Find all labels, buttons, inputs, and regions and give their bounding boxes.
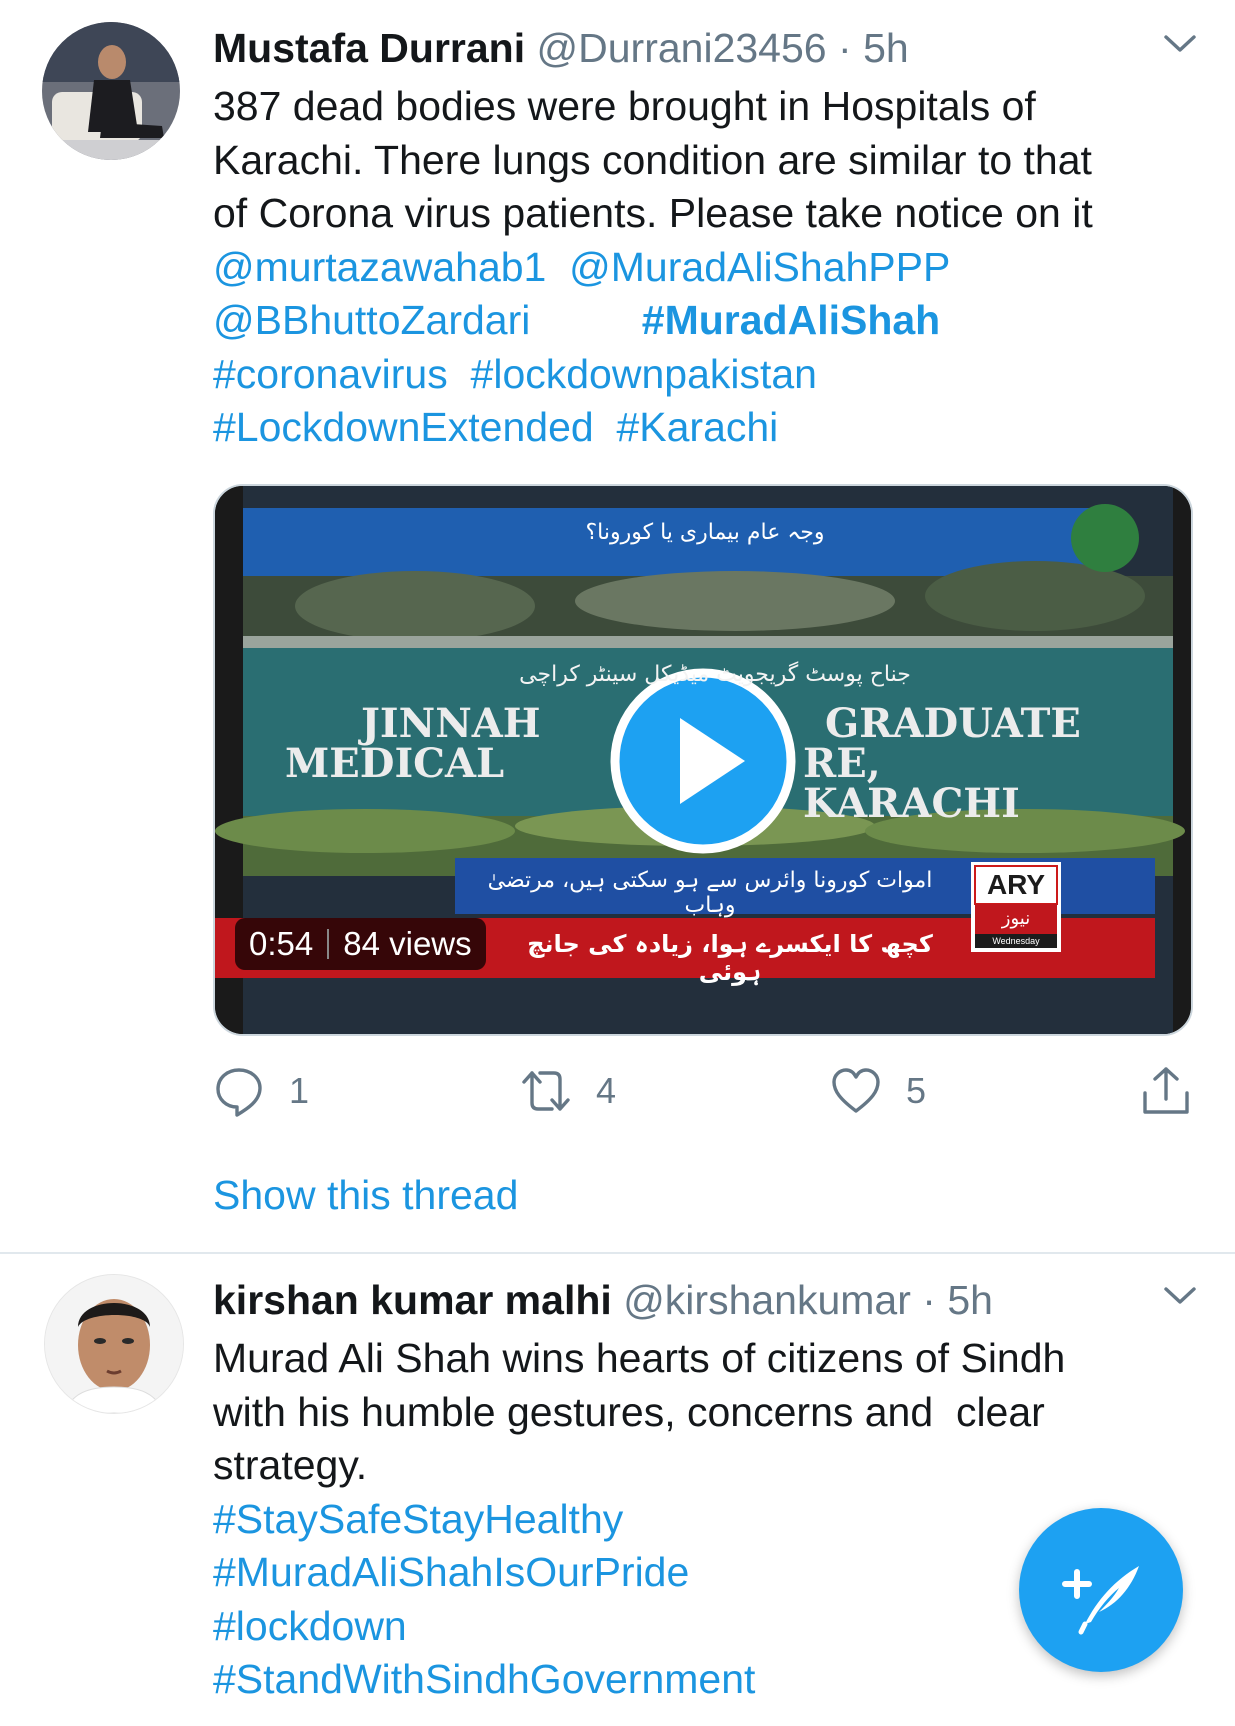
chevron-down-icon[interactable]	[1160, 1280, 1200, 1310]
channel-day: Wednesday	[992, 936, 1040, 946]
compose-tweet-button[interactable]	[1019, 1508, 1183, 1672]
video-ticker-1: اموات کورونا وائرس سے ہو سکتی ہیں، مرتضی…	[487, 868, 933, 918]
tweet-text: Murad Ali Shah wins hearts of citizens o…	[213, 1332, 1155, 1707]
sign-word: MEDICAL	[285, 740, 505, 787]
hashtag-link[interactable]: #MuradAliShahIsOurPride	[213, 1549, 689, 1595]
tweet-text-line: 387 dead bodies were brought in Hospital…	[213, 83, 1036, 129]
show-thread-link[interactable]: Show this thread	[213, 1172, 518, 1219]
tweet-1[interactable]: Mustafa Durrani @Durrani23456 · 5h 387 d…	[0, 0, 1235, 1252]
hashtag-link[interactable]: #StaySafeStayHealthy	[213, 1496, 623, 1542]
sign-word: JINNAH	[361, 700, 541, 747]
author-handle[interactable]: @Durrani23456	[537, 25, 827, 71]
avatar[interactable]	[42, 22, 180, 160]
hashtag-link[interactable]: #MuradAliShah	[642, 297, 940, 343]
tweet-text-line: strategy.	[213, 1442, 368, 1488]
stats-separator	[327, 929, 330, 959]
hashtag-link[interactable]: #LockdownExtended	[213, 404, 594, 450]
hashtag-link[interactable]: #StandWithSindhGovernment	[213, 1656, 755, 1702]
tweet-header: Mustafa Durrani @Durrani23456 · 5h	[213, 24, 1145, 72]
tweet-text-line: with his humble gestures, concerns and c…	[213, 1388, 1045, 1435]
video-views: 84 views	[343, 925, 472, 962]
video-ticker-2: کچھ کا ایکسرے ہوا، زیادہ کی جانچ ہوئی	[527, 930, 933, 986]
separator: ·	[838, 25, 852, 71]
reply-button[interactable]: 1	[213, 1063, 309, 1119]
hashtag-link[interactable]: #coronavirus	[213, 351, 448, 397]
compose-tweet-icon	[1062, 1566, 1139, 1635]
author-handle[interactable]: @kirshankumar	[623, 1277, 911, 1323]
retweet-button[interactable]: 4	[520, 1063, 616, 1119]
video-headline: وجہ عام بیماری یا کورونا؟	[585, 520, 825, 545]
avatar[interactable]	[44, 1274, 184, 1414]
reply-count: 1	[289, 1070, 310, 1111]
video-sign-urdu: جناح پوسٹ گریجویٹ میڈیکل سینٹر کراچی	[519, 662, 911, 687]
tweet-header: kirshan kumar malhi @kirshankumar · 5h	[213, 1276, 1145, 1324]
chevron-down-icon[interactable]	[1160, 28, 1200, 58]
hashtag-link[interactable]: #lockdownpakistan	[471, 351, 817, 397]
retweet-count: 4	[596, 1070, 617, 1111]
author-name[interactable]: Mustafa Durrani	[213, 25, 525, 71]
timestamp[interactable]: 5h	[863, 25, 909, 71]
hashtag-link[interactable]: #lockdown	[213, 1603, 407, 1649]
separator: ·	[922, 1277, 936, 1323]
share-button[interactable]	[1140, 1063, 1192, 1119]
retweet-icon	[522, 1071, 570, 1111]
share-icon	[1143, 1067, 1189, 1114]
hashtag-link[interactable]: #Karachi	[616, 404, 778, 450]
like-button[interactable]: 5	[830, 1063, 926, 1119]
mention-link[interactable]: @murtazawahab1	[213, 244, 546, 290]
tweet-text: 387 dead bodies were brought in Hospital…	[213, 80, 1155, 455]
author-name[interactable]: kirshan kumar malhi	[213, 1277, 612, 1323]
sign-word: GRADUATE	[825, 700, 1081, 747]
channel-sub: نیوز	[1001, 908, 1031, 929]
like-count: 5	[906, 1070, 927, 1111]
timestamp[interactable]: 5h	[947, 1277, 993, 1323]
mention-link[interactable]: @BBhuttoZardari	[213, 297, 530, 343]
video-duration: 0:54	[249, 925, 314, 962]
video-sign-text: JINNAH GRADUATE MEDICAL RE, KARACHI	[285, 700, 1105, 824]
channel-name: ARY	[986, 869, 1046, 900]
video-stats: 0:54 84 views	[235, 918, 486, 970]
tweet-text-line: of Corona virus patients. Please take no…	[213, 190, 1093, 236]
avatar-image	[42, 22, 180, 160]
channel-logo: ARY نیوز Wednesday	[975, 866, 1057, 948]
avatar-image	[45, 1275, 183, 1413]
mention-link[interactable]: @MuradAliShahPPP	[569, 244, 950, 290]
heart-icon	[832, 1068, 880, 1113]
reply-icon	[216, 1068, 262, 1117]
video-player[interactable]: وجہ عام بیماری یا کورونا؟ جناح پوسٹ گریج…	[213, 484, 1193, 1036]
tweet-text-line: Karachi. There lungs condition are simil…	[213, 136, 1092, 183]
tweet-text-line: Murad Ali Shah wins hearts of citizens o…	[213, 1335, 1066, 1381]
sign-word: RE, KARACHI	[803, 740, 1020, 827]
